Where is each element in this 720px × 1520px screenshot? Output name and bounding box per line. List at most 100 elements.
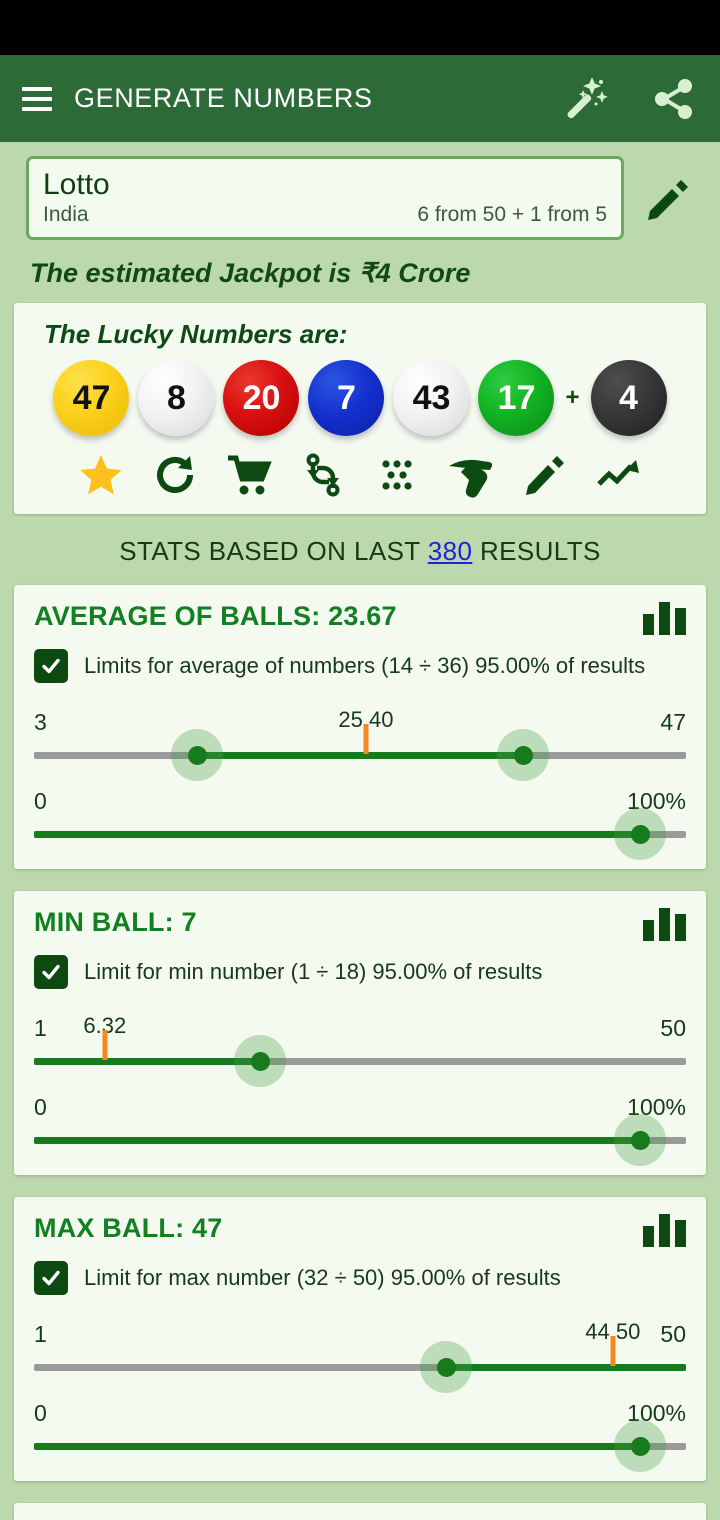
cart-icon[interactable] <box>220 450 278 500</box>
limit-description: Limits for average of numbers (14 ÷ 36) … <box>84 653 646 678</box>
slider-handle[interactable] <box>171 729 223 781</box>
lucky-numbers-card: The Lucky Numbers are: 47 8 20 7 43 17 +4 <box>14 303 706 514</box>
percent-end-labels: 0 100% <box>34 1400 686 1427</box>
percent-track-wrap[interactable] <box>34 808 686 860</box>
percent-track-wrap[interactable] <box>34 1114 686 1166</box>
limit-description: Limit for max number (32 ÷ 50) 95.00% of… <box>84 1265 561 1290</box>
slider-min-label: 1 <box>34 1321 47 1347</box>
slider-handle[interactable] <box>234 1035 287 1087</box>
limit-checkbox[interactable] <box>34 649 68 683</box>
stat-card: MAX BALL: 47 Limit for max number (32 ÷ 5… <box>14 1197 706 1481</box>
slider-min-label: 3 <box>34 709 47 735</box>
lucky-numbers-title: The Lucky Numbers are: <box>44 319 348 349</box>
bonus-separator: + <box>565 384 580 411</box>
percent-track-wrap[interactable] <box>34 1420 686 1472</box>
stat-card-title: MIN BALL: 7 <box>34 907 197 937</box>
lucky-balls-row: 47 8 20 7 43 17 +4 <box>14 360 706 436</box>
magic-wand-icon[interactable] <box>558 73 610 125</box>
favorite-star-icon[interactable] <box>72 450 130 500</box>
limit-checkbox[interactable] <box>34 955 68 989</box>
slider-max-label: 47 <box>660 709 686 735</box>
stat-limit-row: Limits for average of numbers (14 ÷ 36) … <box>34 649 686 683</box>
percent-slider: 0 100% <box>34 788 686 860</box>
slider-track-wrap[interactable] <box>34 724 686 781</box>
status-bar <box>0 0 720 55</box>
share-icon[interactable] <box>648 74 698 124</box>
lucky-ball[interactable]: 47 <box>53 360 130 436</box>
percent-slider: 0 100% <box>34 1094 686 1166</box>
stat-limit-row: Limit for max number (32 ÷ 50) 95.00% of… <box>34 1261 686 1295</box>
stat-card-title: MAX BALL: 47 <box>34 1213 223 1243</box>
bar-chart-icon[interactable] <box>643 601 686 635</box>
percent-min-label: 0 <box>34 1094 47 1120</box>
stat-card-header: MAX BALL: 47 <box>34 1213 686 1247</box>
percent-end-labels: 0 100% <box>34 1094 686 1121</box>
slider-max-label: 50 <box>660 1321 686 1347</box>
stat-cards-list: AVERAGE OF BALLS: 23.67 Limits for averag… <box>0 585 720 1520</box>
stats-results-count-link[interactable]: 380 <box>428 536 473 566</box>
stat-card: MIN BALL: 7 Limit for min number (1 ÷ 18)… <box>14 891 706 1175</box>
stat-limit-row: Limit for min number (1 ÷ 18) 95.00% of … <box>34 955 686 989</box>
percent-min-label: 0 <box>34 1400 47 1426</box>
slider-handle[interactable] <box>497 729 549 781</box>
slider-marker-tick <box>363 724 369 754</box>
pencil-icon[interactable] <box>516 450 574 500</box>
trending-up-icon[interactable] <box>590 450 648 500</box>
stats-banner-prefix: STATS BASED ON LAST <box>119 536 421 566</box>
range-slider: 6.32 1 50 <box>34 1013 686 1087</box>
lucky-ball[interactable]: 8 <box>138 360 215 436</box>
percent-handle[interactable] <box>614 1114 667 1166</box>
lottery-country: India <box>43 203 89 226</box>
lucky-ball[interactable]: 17 <box>478 360 555 436</box>
swap-icon[interactable] <box>294 450 352 500</box>
percent-handle[interactable] <box>614 1420 667 1472</box>
lottery-name: Lotto <box>43 168 110 201</box>
stat-card-header: AVERAGE OF BALLS: 23.67 <box>34 601 686 635</box>
percent-fill <box>34 831 641 838</box>
lucky-ball[interactable]: 20 <box>223 360 300 436</box>
app-bar: GENERATE NUMBERS <box>0 55 720 142</box>
slider-max-label: 50 <box>660 1015 686 1041</box>
range-slider: 25.40 3 47 <box>34 707 686 781</box>
slider-track-wrap[interactable] <box>34 1336 686 1393</box>
lottery-selector-row: Lotto India 6 from 50 + 1 from 5 <box>0 142 720 240</box>
stat-card-title: AVERAGE OF BALLS: 23.67 <box>34 601 397 631</box>
jackpot-text: The estimated Jackpot is ₹4 Crore <box>30 258 471 288</box>
bonus-ball[interactable]: 4 <box>590 360 667 436</box>
dice-dots-icon[interactable] <box>368 450 426 500</box>
lucky-ball[interactable]: 43 <box>393 360 470 436</box>
slider-min-label: 1 <box>34 1015 47 1041</box>
refresh-icon[interactable] <box>146 450 204 500</box>
edit-lottery-pencil-icon[interactable] <box>638 171 700 225</box>
slider-track-wrap[interactable] <box>34 1030 686 1087</box>
slider-end-labels: 1 50 <box>34 1015 686 1042</box>
slider-marker-tick <box>102 1030 108 1060</box>
bar-chart-icon[interactable] <box>643 907 686 941</box>
lucky-ball[interactable]: 7 <box>308 360 385 436</box>
lottery-format: 6 from 50 + 1 from 5 <box>417 203 607 226</box>
stat-card: ODD BALLS: 4Limits for odd-number (1 ÷ 5… <box>14 1503 706 1520</box>
slider-marker-tick <box>610 1336 616 1366</box>
percent-end-labels: 0 100% <box>34 788 686 815</box>
lottery-selector[interactable]: Lotto India 6 from 50 + 1 from 5 <box>26 156 624 240</box>
hand-icon[interactable] <box>442 450 500 500</box>
lottery-meta: India 6 from 50 + 1 from 5 <box>43 203 607 227</box>
slider-handle[interactable] <box>420 1341 473 1393</box>
percent-min-label: 0 <box>34 788 47 814</box>
percent-slider: 0 100% <box>34 1400 686 1472</box>
stats-banner: STATS BASED ON LAST 380 RESULTS <box>0 514 720 585</box>
hamburger-icon[interactable] <box>22 86 52 111</box>
bar-chart-icon[interactable] <box>643 1213 686 1247</box>
percent-fill <box>34 1443 641 1450</box>
app-root: GENERATE NUMBERS Lotto India 6 from 50 +… <box>0 0 720 1520</box>
stat-card: AVERAGE OF BALLS: 23.67 Limits for averag… <box>14 585 706 869</box>
stats-banner-suffix: RESULTS <box>479 536 601 566</box>
percent-handle[interactable] <box>614 808 667 860</box>
stat-card-header: MIN BALL: 7 <box>34 907 686 941</box>
slider-range-fill <box>446 1364 686 1371</box>
app-bar-actions <box>558 73 698 125</box>
limit-checkbox[interactable] <box>34 1261 68 1295</box>
slider-range-fill <box>197 752 523 759</box>
slider-range-fill <box>34 1058 261 1065</box>
page-title: GENERATE NUMBERS <box>74 83 373 113</box>
